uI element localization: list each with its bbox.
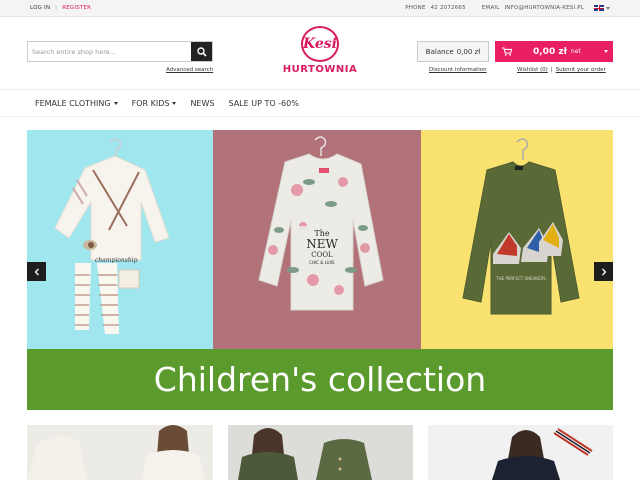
slider-next-button[interactable]: [594, 262, 613, 281]
logo-wordmark: HURTOWNIA: [282, 64, 358, 75]
phone-number[interactable]: 42 2072665: [431, 5, 466, 11]
balance-box[interactable]: Balance 0,00 zł: [417, 41, 489, 62]
contact-info: PHONE 42 2072665 EMAIL INFO@HURTOWNIA-KE…: [405, 5, 610, 11]
category-tile-tops[interactable]: [428, 425, 613, 480]
login-link[interactable]: LOG IN: [30, 5, 50, 11]
slide-image-baby-set: championship: [27, 130, 213, 349]
svg-text:THE PERFECT SNEAKERS: THE PERFECT SNEAKERS: [495, 276, 546, 281]
nav-item-label: SALE UP TO -60%: [228, 99, 299, 108]
submit-order-link[interactable]: Submit your order: [556, 67, 606, 73]
chevron-right-icon: [601, 268, 606, 275]
email-info: EMAIL INFO@HURTOWNIA-KESI.PL: [482, 5, 584, 11]
nav-item-label: FEMALE CLOTHING: [35, 99, 111, 108]
search-button[interactable]: [191, 42, 212, 61]
language-switcher[interactable]: [594, 5, 610, 11]
slide-image-floral-top: The NEW COOL CHIC & LUXE: [213, 130, 421, 349]
advanced-search-link[interactable]: Advanced search: [166, 67, 213, 73]
logo-emblem: Kesi: [301, 26, 339, 62]
shirt-print-text: NEW: [306, 237, 338, 251]
slider-prev-button[interactable]: [27, 262, 46, 281]
divider: |: [55, 5, 58, 11]
search-box: [27, 41, 213, 62]
email-label: EMAIL: [481, 5, 500, 11]
nav-item-sale[interactable]: SALE UP TO -60%: [228, 99, 298, 108]
wishlist-link[interactable]: Wishlist (0): [517, 67, 548, 73]
nav-item-news[interactable]: NEWS: [190, 99, 214, 108]
balance-value: 0,00 zł: [456, 47, 481, 56]
search-icon: [196, 46, 207, 57]
top-bar: LOG IN | REGISTER PHONE 42 2072665 EMAIL…: [0, 0, 640, 17]
balance-label: Balance: [425, 47, 454, 56]
cart-net-label: net: [570, 48, 581, 55]
shirt-print-text: COOL: [311, 251, 333, 259]
cart-button[interactable]: 0,00 zł net: [495, 41, 613, 62]
main-navigation: FEMALE CLOTHING FOR KIDS NEWS SALE UP TO…: [0, 89, 640, 117]
slide-image-olive-top: THE PERFECT SNEAKERS: [421, 130, 613, 349]
chevron-down-icon: [172, 102, 177, 105]
chevron-down-icon: [113, 102, 118, 105]
chevron-left-icon: [34, 268, 39, 275]
site-logo[interactable]: Kesi HURTOWNIA: [276, 26, 364, 78]
divider: |: [550, 67, 553, 73]
cart-amount: 0,00 zł: [533, 46, 567, 57]
nav-item-label: NEWS: [190, 99, 215, 108]
search-input[interactable]: [28, 42, 191, 61]
nav-item-label: FOR KIDS: [131, 99, 170, 108]
uk-flag-icon: [594, 5, 604, 11]
order-links: Wishlist (0) | Submit your order: [517, 67, 606, 73]
nav-item-for-kids[interactable]: FOR KIDS: [132, 99, 177, 108]
email-address[interactable]: INFO@HURTOWNIA-KESI.PL: [504, 5, 584, 11]
discount-info-link[interactable]: Discount information: [429, 67, 487, 73]
shirt-print-text: CHIC & LUXE: [309, 260, 335, 265]
category-tile-jackets[interactable]: [228, 425, 413, 480]
register-link[interactable]: REGISTER: [62, 5, 91, 11]
slide-caption: Children's collection: [27, 349, 613, 410]
nav-item-female-clothing[interactable]: FEMALE CLOTHING: [35, 99, 118, 108]
chevron-down-icon: [606, 6, 610, 10]
category-tile-blouses[interactable]: [27, 425, 213, 480]
phone-info: PHONE 42 2072665: [405, 5, 466, 11]
hero-slider[interactable]: championship The NEW COOL CHIC & LUXE TH…: [27, 130, 613, 410]
phone-label: PHONE: [405, 5, 426, 11]
svg-text:championship: championship: [95, 257, 138, 264]
cart-icon: [502, 47, 512, 56]
account-links: LOG IN | REGISTER: [30, 5, 91, 11]
chevron-down-icon: [604, 50, 608, 53]
